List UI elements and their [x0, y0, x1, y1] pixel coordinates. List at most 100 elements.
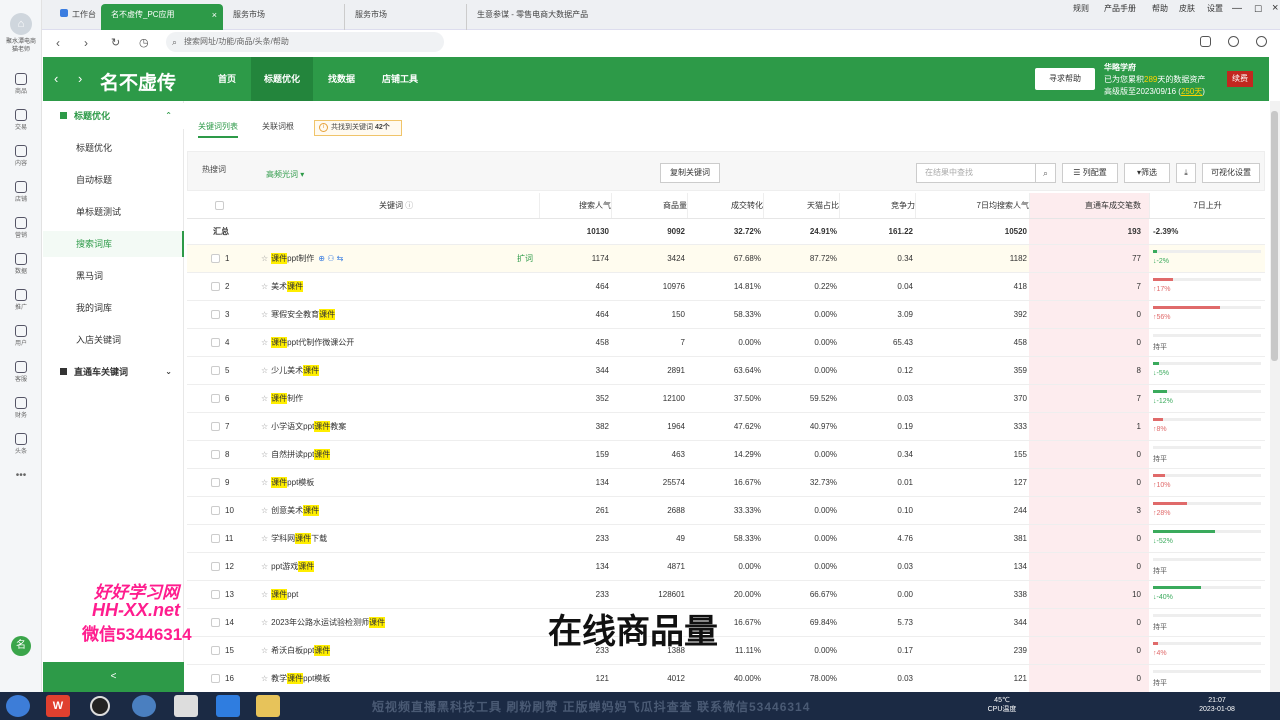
keyword-cell[interactable]: ☆ 希沃白板ppt 课件	[261, 637, 331, 664]
copy-keywords-button[interactable]: 复制关键词	[660, 163, 720, 183]
table-row[interactable]: 12 ☆ ppt游戏 课件 134 4871 0.00% 0.00% 0.03 134 0 持平	[187, 553, 1265, 581]
star-icon[interactable]: ☆	[261, 394, 268, 403]
app-icon-2[interactable]	[216, 695, 240, 717]
keyword-cell[interactable]: ☆ 教学 课件 ppt模板	[261, 665, 330, 692]
keyword-cell[interactable]: ☆ 寒假安全教育 课件	[261, 301, 336, 328]
rail-item-user[interactable]: 用户	[0, 322, 42, 352]
table-row[interactable]: 3 ☆ 寒假安全教育 课件 464 150 58.33% 0.00% 3.09 392 0 ↑56%	[187, 301, 1265, 329]
forward-icon[interactable]: ›	[84, 36, 88, 50]
rail-item-service[interactable]: 客服	[0, 358, 42, 388]
table-row[interactable]: 7 ☆ 小学语文ppt 课件 教案 382 1964 47.62% 40.97% 0.19 333 1…	[187, 413, 1265, 441]
star-icon[interactable]: ☆	[261, 450, 268, 459]
result-search-input[interactable]: 在结果中查找 ⌕	[916, 163, 1056, 183]
keyword-cell[interactable]: ☆ 自然拼读ppt 课件	[261, 441, 331, 468]
col-conversion[interactable]: 成交转化	[687, 193, 763, 218]
keyword-cell[interactable]: ☆ 创意美术 课件	[261, 497, 320, 524]
folder-icon[interactable]	[256, 695, 280, 717]
sidebar-item-title-optimize[interactable]: 标题优化	[43, 135, 184, 161]
rail-item-promo[interactable]: 推广	[0, 286, 42, 316]
keyword-cell[interactable]: ☆ 美术 课件	[261, 273, 304, 300]
keyword-cell[interactable]: ☆ 课件 ppt制作 ⊕ ⚇ ⇆	[261, 245, 343, 272]
menu-manual[interactable]: 产品手册	[1104, 2, 1136, 16]
menu-help[interactable]: 帮助	[1152, 2, 1168, 16]
nav-shop-tools[interactable]: 店铺工具	[369, 57, 431, 101]
row-checkbox[interactable]	[211, 497, 220, 524]
tab-app[interactable]: 名不虚传_PC应用 ×	[101, 4, 223, 30]
row-checkbox[interactable]	[211, 525, 220, 552]
row-checkbox[interactable]	[211, 357, 220, 384]
star-icon[interactable]: ☆	[261, 674, 268, 683]
back-icon[interactable]: ‹	[56, 36, 60, 50]
keyword-cell[interactable]: ☆ 2023年公路水运试验检测师 课件	[261, 609, 385, 636]
column-config-button[interactable]: ☰ 列配置	[1062, 163, 1118, 183]
sidebar-group-title-optimize[interactable]: 标题优化 ⌃	[43, 103, 184, 129]
menu-settings[interactable]: 设置	[1207, 2, 1223, 16]
table-row[interactable]: 6 ☆ 课件 制作 352 12100 37.50% 59.52% 0.03 370 7 ↓-12%	[187, 385, 1265, 413]
row-checkbox[interactable]	[211, 441, 220, 468]
export-icon[interactable]: ⤓	[1176, 163, 1196, 183]
more-icon[interactable]: •••	[0, 470, 42, 500]
app-logo-icon[interactable]: ⌂	[10, 13, 32, 35]
emoji-icon[interactable]	[1228, 36, 1239, 47]
rail-item-data[interactable]: 数据	[0, 250, 42, 280]
sidebar-group-ztc[interactable]: 直通车关键词 ⌄	[43, 359, 184, 385]
row-checkbox[interactable]	[211, 609, 220, 636]
star-icon[interactable]: ☆	[261, 478, 268, 487]
sidebar-item-my-lexicon[interactable]: 我的词库	[43, 295, 184, 321]
sidebar-item-auto-title[interactable]: 自动标题	[43, 167, 184, 193]
sidebar-item-dark-horse[interactable]: 黑马词	[43, 263, 184, 289]
row-checkbox[interactable]	[211, 469, 220, 496]
tab-market-1[interactable]: 服务市场	[223, 4, 345, 30]
table-row[interactable]: 1 ☆ 课件 ppt制作 ⊕ ⚇ ⇆ 扩词 1174 3424 67.68% 87.72% 0.34…	[187, 245, 1265, 273]
rail-item-finance[interactable]: 财务	[0, 394, 42, 424]
table-row[interactable]: 8 ☆ 自然拼读ppt 课件 159 463 14.29% 0.00% 0.34 155 0 持平	[187, 441, 1265, 469]
page-scrollbar[interactable]	[1270, 101, 1280, 692]
sidebar-item-single-test[interactable]: 单标题测试	[43, 199, 184, 225]
keyword-cell[interactable]: ☆ 小学语文ppt 课件 教案	[261, 413, 346, 440]
record-icon[interactable]	[90, 696, 110, 716]
star-icon[interactable]: ☆	[261, 338, 268, 347]
word-type-select[interactable]: 高频光词 ▾	[266, 169, 304, 180]
table-row[interactable]: 2 ☆ 美术 课件 464 10976 14.81% 0.22% 0.04 418 7 ↑17%	[187, 273, 1265, 301]
row-checkbox[interactable]	[211, 637, 220, 664]
rail-item-goods[interactable]: 商品	[0, 70, 42, 100]
history-icon[interactable]: ◷	[139, 36, 149, 49]
star-icon[interactable]: ☆	[261, 422, 268, 431]
row-checkbox[interactable]	[211, 581, 220, 608]
star-icon[interactable]: ☆	[261, 506, 268, 515]
star-icon[interactable]: ☆	[261, 646, 268, 655]
refresh-icon[interactable]: ↻	[111, 36, 120, 49]
rail-item-trade[interactable]: 交易	[0, 106, 42, 136]
start-icon[interactable]	[6, 695, 30, 717]
help-button[interactable]: 寻求帮助	[1035, 68, 1095, 90]
sidebar-item-entry-keywords[interactable]: 入店关键词	[43, 327, 184, 353]
table-row[interactable]: 4 ☆ 课件 ppt代制作微课公开 458 7 0.00% 0.00% 65.43 458 0 持平	[187, 329, 1265, 357]
row-checkbox[interactable]	[211, 329, 220, 356]
row-checkbox[interactable]	[211, 665, 220, 692]
keyword-cell[interactable]: ☆ ppt游戏 课件	[261, 553, 315, 580]
tab-keyword-list[interactable]: 关键词列表	[198, 121, 238, 138]
col-ztc[interactable]: 直通车成交笔数	[1029, 193, 1149, 218]
table-row[interactable]: 16 ☆ 教学 课件 ppt模板 121 4012 40.00% 78.00% 0.03 121 0 持…	[187, 665, 1265, 693]
star-icon[interactable]: ☆	[261, 618, 268, 627]
search-icon[interactable]: ⌕	[1035, 163, 1055, 183]
table-row[interactable]: 15 ☆ 希沃白板ppt 课件 233 1388 11.11% 0.00% 0.17 239 0 ↑4…	[187, 637, 1265, 665]
row-checkbox[interactable]	[211, 413, 220, 440]
tab-related-roots[interactable]: 关联词根	[262, 121, 294, 132]
close-icon[interactable]: ×	[212, 4, 217, 26]
maximize-icon[interactable]: ☐	[1254, 2, 1262, 16]
rail-item-shop[interactable]: 店铺	[0, 178, 42, 208]
star-icon[interactable]: ☆	[261, 282, 268, 291]
col-tmall[interactable]: 天猫占比	[763, 193, 839, 218]
account-icon[interactable]	[1256, 36, 1267, 47]
scrollbar-thumb[interactable]	[1271, 111, 1278, 361]
star-icon[interactable]: ☆	[261, 310, 268, 319]
address-input[interactable]: ⌕ 搜索网址/功能/商品/头条/帮助	[166, 32, 444, 52]
rail-item-marketing[interactable]: 营销	[0, 214, 42, 244]
table-row[interactable]: 10 ☆ 创意美术 课件 261 2688 33.33% 0.00% 0.10 244 3 ↑28%	[187, 497, 1265, 525]
keyword-cell[interactable]: ☆ 课件 ppt模板	[261, 469, 314, 496]
col-goods[interactable]: 商品量	[611, 193, 687, 218]
filter-button[interactable]: ▾筛选	[1124, 163, 1170, 183]
row-checkbox[interactable]	[211, 553, 220, 580]
nav-find-data[interactable]: 找数据	[315, 57, 368, 101]
